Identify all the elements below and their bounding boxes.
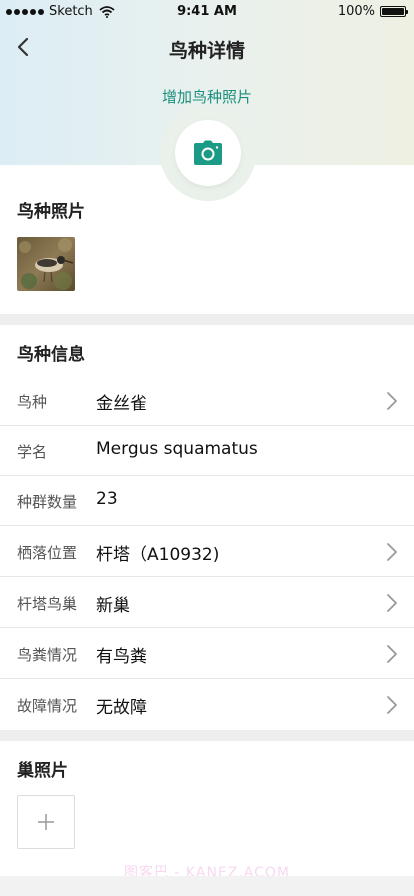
info-row-value: 无故障 bbox=[96, 698, 147, 718]
bird-photo-image bbox=[17, 237, 75, 291]
info-row-value: 有鸟粪 bbox=[96, 647, 147, 667]
chevron-right-icon bbox=[387, 594, 397, 612]
add-photo-label[interactable]: 增加鸟种照片 bbox=[0, 86, 414, 107]
battery-icon bbox=[380, 6, 408, 17]
status-bar: Sketch 9:41 AM 100% bbox=[0, 0, 414, 24]
battery-percent: 100% bbox=[337, 4, 375, 19]
info-row-tower-nest[interactable]: 杆塔鸟巢 新巢 bbox=[0, 578, 414, 628]
camera-icon bbox=[194, 140, 222, 165]
info-row-label: 栖落位置 bbox=[17, 544, 78, 562]
chevron-right-icon bbox=[387, 392, 397, 410]
info-row-label: 鸟粪情况 bbox=[17, 646, 78, 664]
section-divider bbox=[0, 314, 414, 325]
info-row-scientific-name: 学名 Mergus squamatus bbox=[0, 426, 414, 476]
battery-group: 100% bbox=[337, 4, 408, 19]
info-row-value: 新巢 bbox=[96, 596, 130, 616]
page-title: 鸟种详情 bbox=[168, 40, 245, 62]
chevron-right-icon bbox=[387, 543, 397, 561]
info-row-species[interactable]: 鸟种 金丝雀 bbox=[0, 376, 414, 426]
info-row-value: 金丝雀 bbox=[96, 394, 147, 414]
info-row-label: 种群数量 bbox=[17, 493, 78, 511]
plus-icon bbox=[38, 814, 54, 830]
info-row-value: Mergus squamatus bbox=[96, 439, 258, 459]
info-section-title: 鸟种信息 bbox=[17, 345, 85, 365]
info-row-perch-location[interactable]: 栖落位置 杆塔（A10932) bbox=[0, 527, 414, 577]
info-row-label: 故障情况 bbox=[17, 697, 78, 715]
info-row-label: 学名 bbox=[17, 443, 48, 461]
bottom-bar bbox=[0, 876, 414, 896]
info-row-fault[interactable]: 故障情况 无故障 bbox=[0, 680, 414, 730]
add-photo-button[interactable] bbox=[175, 120, 241, 186]
info-row-droppings[interactable]: 鸟粪情况 有鸟粪 bbox=[0, 629, 414, 679]
photos-section-title: 鸟种照片 bbox=[17, 202, 85, 222]
info-row-label: 杆塔鸟巢 bbox=[17, 595, 78, 613]
chevron-right-icon bbox=[387, 645, 397, 663]
chevron-right-icon bbox=[387, 696, 397, 714]
info-row-label: 鸟种 bbox=[17, 393, 48, 411]
bird-photo-thumbnail[interactable] bbox=[17, 237, 75, 291]
camera-ring bbox=[160, 105, 256, 201]
info-row-value: 杆塔（A10932) bbox=[96, 545, 220, 565]
info-row-value: 23 bbox=[96, 489, 118, 509]
section-divider bbox=[0, 730, 414, 741]
add-nest-photo-button[interactable] bbox=[17, 795, 75, 849]
info-row-population: 种群数量 23 bbox=[0, 476, 414, 526]
nest-section-title: 巢照片 bbox=[17, 761, 68, 781]
